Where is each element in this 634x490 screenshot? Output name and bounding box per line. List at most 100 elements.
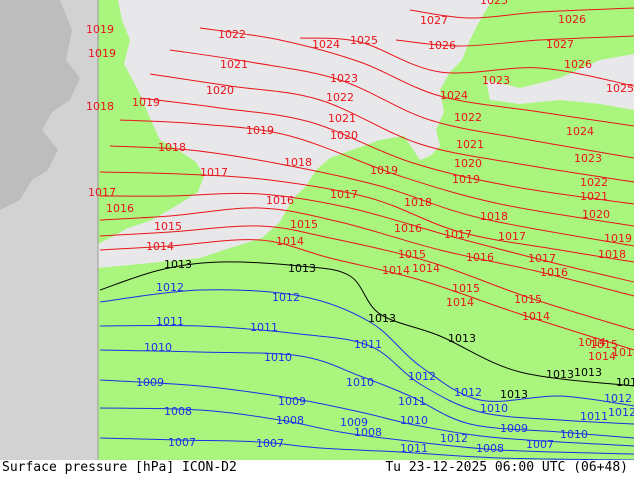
isobar-label-1015: 1015 — [452, 282, 480, 295]
isobar-label-1013: 1013 — [574, 366, 602, 379]
isobar-label-1023: 1023 — [574, 152, 602, 165]
isobar-label-1021: 1021 — [220, 58, 248, 71]
isobar-label-1017: 1017 — [330, 188, 358, 201]
isobar-label-1016: 1016 — [106, 202, 134, 215]
isobar-label-1019: 1019 — [88, 47, 116, 60]
isobar-label-1011: 1011 — [398, 395, 426, 408]
isobar-label-1013: 1013 — [288, 262, 316, 275]
valid-time: Tu 23-12-2025 06:00 UTC (06+48) — [385, 460, 628, 475]
isobar-label-1012: 1012 — [454, 386, 482, 399]
isobar-label-1019: 1019 — [452, 173, 480, 186]
isobar-label-1008: 1008 — [354, 426, 382, 439]
isobar-label-1025: 1025 — [480, 0, 508, 7]
isobar-label-1007: 1007 — [526, 438, 554, 451]
isobar-label-1014: 1014 — [276, 235, 304, 248]
isobar-label-1018: 1018 — [598, 248, 626, 261]
isobar-label-1013: 1013 — [368, 312, 396, 325]
isobar-label-1007: 1007 — [256, 437, 284, 450]
isobar-label-1026: 1026 — [564, 58, 592, 71]
isobar-label-1026: 1026 — [428, 39, 456, 52]
isobar-label-1014: 1014 — [612, 346, 634, 359]
isobar-label-1022: 1022 — [454, 111, 482, 124]
isobar-label-1013: 1013 — [546, 368, 574, 381]
isobar-label-1007: 1007 — [168, 436, 196, 449]
isobar-label-1024: 1024 — [566, 125, 594, 138]
isobar-label-1019: 1019 — [86, 23, 114, 36]
isobar-label-1013: 1013 — [448, 332, 476, 345]
isobar-label-1019: 1019 — [246, 124, 274, 137]
isobar-label-1015: 1015 — [154, 220, 182, 233]
isobar-label-1021: 1021 — [456, 138, 484, 151]
isobar-label-1009: 1009 — [500, 422, 528, 435]
isobar-label-1008: 1008 — [476, 442, 504, 455]
isobar-label-1010: 1010 — [400, 414, 428, 427]
isobar-label-1012: 1012 — [608, 406, 634, 419]
isobar-label-1012: 1012 — [440, 432, 468, 445]
isobar-label-1014: 1014 — [522, 310, 550, 323]
isobar-label-1014: 1014 — [446, 296, 474, 309]
isobar-label-1025: 1025 — [350, 34, 378, 47]
isobar-label-1020: 1020 — [330, 129, 358, 142]
isobar-label-1010: 1010 — [346, 376, 374, 389]
isobar-label-1021: 1021 — [328, 112, 356, 125]
isobar-label-1008: 1008 — [276, 414, 304, 427]
isobar-label-1023: 1023 — [330, 72, 358, 85]
isobar-label-1017: 1017 — [444, 228, 472, 241]
isobar-label-1011: 1011 — [400, 442, 428, 455]
isobar-label-1024: 1024 — [440, 89, 468, 102]
isobar-label-1015: 1015 — [398, 248, 426, 261]
isobar-label-1009: 1009 — [278, 395, 306, 408]
isobar-label-1017: 1017 — [200, 166, 228, 179]
isobar-label-1016: 1016 — [540, 266, 568, 279]
map-title: Surface pressure [hPa] ICON-D2 — [2, 460, 237, 475]
footer-bar: Surface pressure [hPa] ICON-D2 Tu 23-12-… — [0, 460, 634, 490]
isobar-label-1023: 1023 — [482, 74, 510, 87]
isobar-label-1018: 1018 — [480, 210, 508, 223]
isobar-label-1014: 1014 — [382, 264, 410, 277]
isobar-label-1015: 1015 — [514, 293, 542, 306]
isobar-label-1012: 1012 — [156, 281, 184, 294]
isobar-label-1024: 1024 — [312, 38, 340, 51]
isobar-label-1016: 1016 — [466, 251, 494, 264]
isobar-label-1014: 1014 — [412, 262, 440, 275]
isobar-label-1014: 1014 — [146, 240, 174, 253]
isobar-label-1011: 1011 — [156, 315, 184, 328]
isobar-label-1018: 1018 — [86, 100, 114, 113]
isobar-label-1011: 1011 — [580, 410, 608, 423]
isobar-label-1013: 1013 — [500, 388, 528, 401]
isobar-label-1020: 1020 — [582, 208, 610, 221]
isobar-label-1017: 1017 — [88, 186, 116, 199]
isobar-label-1015: 1015 — [290, 218, 318, 231]
isobar-label-1013: 1013 — [164, 258, 192, 271]
isobar-label-1018: 1018 — [404, 196, 432, 209]
isobar-label-1012: 1012 — [604, 392, 632, 405]
isobar-label-1022: 1022 — [326, 91, 354, 104]
isobar-label-1018: 1018 — [284, 156, 312, 169]
isobar-label-1010: 1010 — [144, 341, 172, 354]
isobar-label-1011: 1011 — [354, 338, 382, 351]
isobar-label-1022: 1022 — [218, 28, 246, 41]
isobar-label-1018: 1018 — [158, 141, 186, 154]
isobar-label-1027: 1027 — [546, 38, 574, 51]
isobar-label-1016: 1016 — [266, 194, 294, 207]
isobar-label-1012: 1012 — [408, 370, 436, 383]
isobar-label-1010: 1010 — [264, 351, 292, 364]
isobar-label-1021: 1021 — [580, 190, 608, 203]
isobar-label-1016: 1016 — [394, 222, 422, 235]
isobar-label-1010: 1010 — [560, 428, 588, 441]
isobar-label-1020: 1020 — [454, 157, 482, 170]
isobar-label-1027: 1027 — [420, 14, 448, 27]
isobar-label-1020: 1020 — [206, 84, 234, 97]
isobar-label-1013: 1013 — [616, 376, 634, 389]
isobar-label-1019: 1019 — [132, 96, 160, 109]
isobar-label-1025: 1025 — [606, 82, 634, 95]
isobar-label-1017: 1017 — [528, 252, 556, 265]
pressure-map: 1019 1019 1018 1019 1017 1016 1015 1014 1022 1021… — [0, 0, 634, 460]
isobar-label-1009: 1009 — [136, 376, 164, 389]
isobar-label-1011: 1011 — [250, 321, 278, 334]
isobar-label-1019: 1019 — [370, 164, 398, 177]
isobar-label-1017: 1017 — [498, 230, 526, 243]
isobar-label-1026: 1026 — [558, 13, 586, 26]
isobar-label-1010: 1010 — [480, 402, 508, 415]
isobar-label-1022: 1022 — [580, 176, 608, 189]
